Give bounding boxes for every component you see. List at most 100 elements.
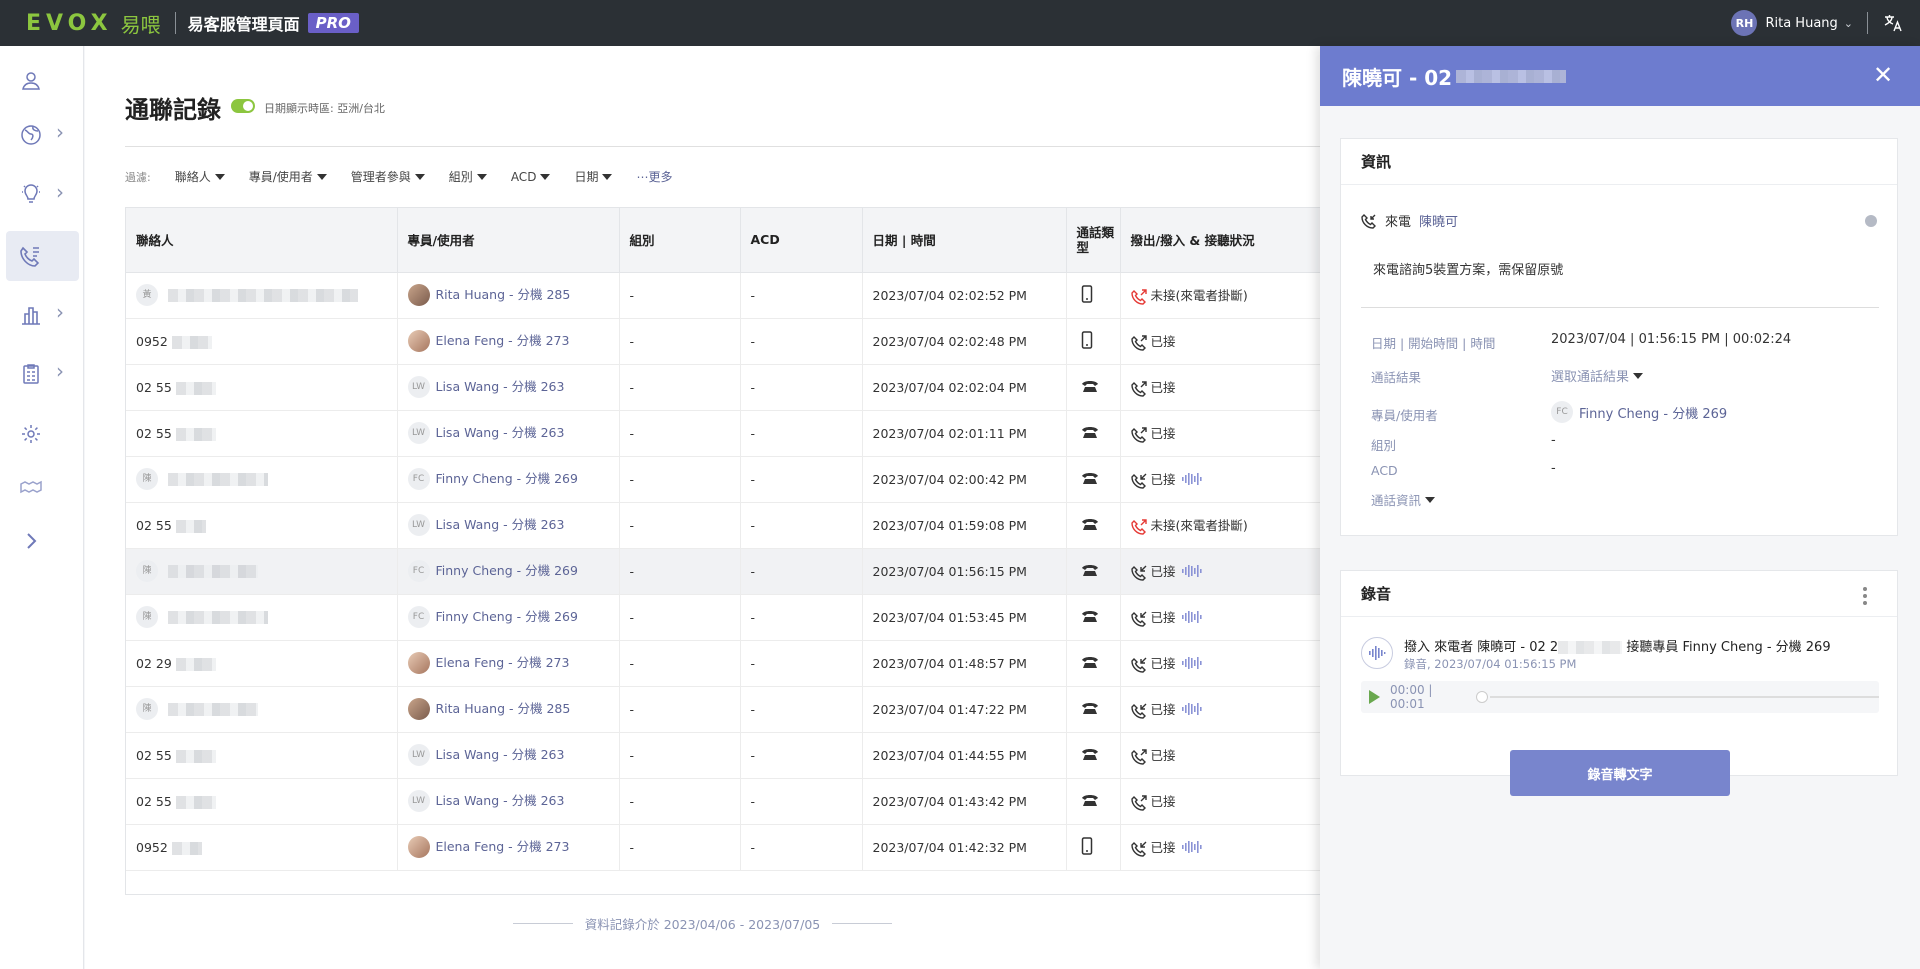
column-header[interactable]: 日期 | 時間 [862,208,1067,273]
agent-cell[interactable]: Elena Feng - 分機 273 [397,824,620,871]
table-row[interactable]: 02 29 Elena Feng - 分機 273- -2023/07/04 01… [126,640,1324,687]
status-cell[interactable]: 未接(來電者掛斷) [1120,272,1324,319]
contact-cell[interactable]: 0952 [126,318,398,365]
contact-cell[interactable]: 02 55 [126,732,398,779]
filter-dropdown[interactable]: 專員/使用者 [249,168,327,185]
agent-cell[interactable]: FC Finny Cheng - 分機 269 [397,548,620,595]
call-note[interactable]: 來電諮詢5裝置方案，需保留原號 [1373,259,1563,278]
table-row[interactable]: 陳 FC Finny Cheng - 分機 269- -2023/07/04 02:… [126,456,1324,503]
status-cell[interactable]: 已接 [1120,364,1324,411]
table-row[interactable]: 黃 Rita Huang - 分機 285- -2023/07/04 02:02:… [126,272,1324,319]
user-name[interactable]: Rita Huang [1765,16,1837,31]
contact-cell[interactable]: 02 29 [126,640,398,687]
status-cell[interactable]: 已接 [1120,686,1324,733]
status-cell[interactable]: 已接 [1120,548,1324,595]
status-cell[interactable]: 已接 [1120,318,1324,365]
contact-cell[interactable]: 02 55 [126,778,398,825]
recording-wave-icon[interactable] [1181,703,1202,718]
recording-wave-icon[interactable] [1181,473,1202,488]
agent-cell[interactable]: LW Lisa Wang - 分機 263 [397,410,620,457]
column-header[interactable]: 撥出/撥入 & 接聽狀況 [1120,208,1324,273]
agent-cell[interactable]: Elena Feng - 分機 273 [397,318,620,365]
chevron-right-icon[interactable]: › [56,180,64,204]
sidebar-item-call-log[interactable] [6,231,79,281]
user-menu-chevron-icon[interactable]: ⌄ [1844,17,1853,30]
status-cell[interactable]: 已接 [1120,456,1324,503]
recording-wave-icon[interactable] [1181,657,1202,672]
status-cell[interactable]: 已接 [1120,410,1324,457]
filter-dropdown[interactable]: 日期 [574,168,613,185]
column-header[interactable]: 聯絡人 [126,208,398,273]
evox-logo[interactable]: EVOX 易喂 [26,9,161,38]
filter-dropdown[interactable]: 聯絡人 [175,168,225,185]
sidebar-item-clipboard[interactable]: › [6,349,79,399]
table-row[interactable]: 0952 Elena Feng - 分機 273- -2023/07/04 02:… [126,318,1324,365]
contact-cell[interactable]: 陳 [126,548,398,595]
status-cell[interactable]: 未接(來電者掛斷) [1120,502,1324,549]
chevron-right-icon[interactable]: › [56,300,64,324]
transcribe-button[interactable]: 錄音轉文字 [1510,750,1730,796]
agent-cell[interactable]: LW Lisa Wang - 分機 263 [397,502,620,549]
column-header[interactable]: ACD [740,208,863,273]
agent-cell[interactable]: Elena Feng - 分機 273 [397,640,620,687]
call-result-dropdown[interactable]: 選取通話結果 [1551,366,1644,385]
filter-dropdown[interactable]: 管理者參與 [351,168,425,185]
contact-cell[interactable]: 02 55 [126,364,398,411]
chevron-right-icon[interactable]: › [56,359,64,383]
table-row[interactable]: 陳 FC Finny Cheng - 分機 269- -2023/07/04 01:… [126,548,1324,595]
language-icon[interactable] [1880,10,1906,36]
sidebar-item-user[interactable] [6,56,79,106]
more-filters-link[interactable]: ⋯更多 [636,168,672,185]
agent-cell[interactable]: FC Finny Cheng - 分機 269 [397,594,620,641]
table-row[interactable]: 02 55 LW Lisa Wang - 分機 263- -2023/07/04 0… [126,778,1324,825]
table-row[interactable]: 02 55 LW Lisa Wang - 分機 263- -2023/07/04 0… [126,732,1324,779]
contact-cell[interactable]: 陳 [126,594,398,641]
sidebar-item-globe[interactable]: › [6,110,79,160]
column-header[interactable]: 組別 [619,208,741,273]
chevron-right-icon[interactable]: › [56,120,64,144]
status-cell[interactable]: 已接 [1120,732,1324,779]
sidebar-item-bar-chart[interactable]: › [6,290,79,340]
table-row[interactable]: 02 55 LW Lisa Wang - 分機 263- -2023/07/04 0… [126,502,1324,549]
play-icon[interactable] [1369,690,1380,704]
info-icon[interactable] [1865,215,1877,227]
recording-wave-icon[interactable] [1181,565,1202,580]
table-row[interactable]: 02 55 LW Lisa Wang - 分機 263- -2023/07/04 0… [126,410,1324,457]
agent-cell[interactable]: LW Lisa Wang - 分機 263 [397,364,620,411]
table-row[interactable]: 02 55 LW Lisa Wang - 分機 263- -2023/07/04 0… [126,364,1324,411]
status-cell[interactable]: 已接 [1120,778,1324,825]
column-header[interactable]: 通話類型 [1066,208,1121,273]
user-avatar[interactable]: RH [1731,10,1758,36]
seek-knob[interactable] [1476,691,1489,703]
agent-cell[interactable]: LW Lisa Wang - 分機 263 [397,732,620,779]
contact-cell[interactable]: 陳 [126,456,398,503]
status-cell[interactable]: 已接 [1120,640,1324,687]
sidebar-item-handshake[interactable] [6,462,79,512]
table-row[interactable]: 陳 FC Finny Cheng - 分機 269- -2023/07/04 01:… [126,594,1324,641]
agent-cell[interactable]: Rita Huang - 分機 285 [397,686,620,733]
filter-dropdown[interactable]: ACD [511,170,551,184]
contact-cell[interactable]: 02 55 [126,410,398,457]
call-info-toggle[interactable]: 通話資訊 [1371,490,1436,509]
contact-cell[interactable]: 黃 [126,272,398,319]
agent-cell[interactable]: Rita Huang - 分機 285 [397,272,620,319]
table-row[interactable]: 陳 Rita Huang - 分機 285- -2023/07/04 01:47:… [126,686,1324,733]
table-row[interactable]: 0952 Elena Feng - 分機 273- -2023/07/04 01:… [126,824,1324,871]
agent-cell[interactable]: LW Lisa Wang - 分機 263 [397,778,620,825]
seek-track[interactable] [1490,696,1879,698]
filter-dropdown[interactable]: 組別 [449,168,487,185]
contact-cell[interactable]: 0952 [126,824,398,871]
status-cell[interactable]: 已接 [1120,594,1324,641]
column-header[interactable]: 專員/使用者 [397,208,620,273]
contact-cell[interactable]: 02 55 [126,502,398,549]
contact-cell[interactable]: 陳 [126,686,398,733]
sidebar-item-expand[interactable] [6,516,79,566]
recording-wave-icon[interactable] [1181,841,1202,856]
agent-value[interactable]: FC Finny Cheng - 分機 269 [1551,401,1727,423]
status-cell[interactable]: 已接 [1120,824,1324,871]
sidebar-item-gear[interactable] [6,409,79,459]
more-options-icon[interactable] [1863,587,1867,608]
recording-wave-icon[interactable] [1181,611,1202,626]
agent-cell[interactable]: FC Finny Cheng - 分機 269 [397,456,620,503]
timezone-toggle[interactable] [231,99,255,113]
